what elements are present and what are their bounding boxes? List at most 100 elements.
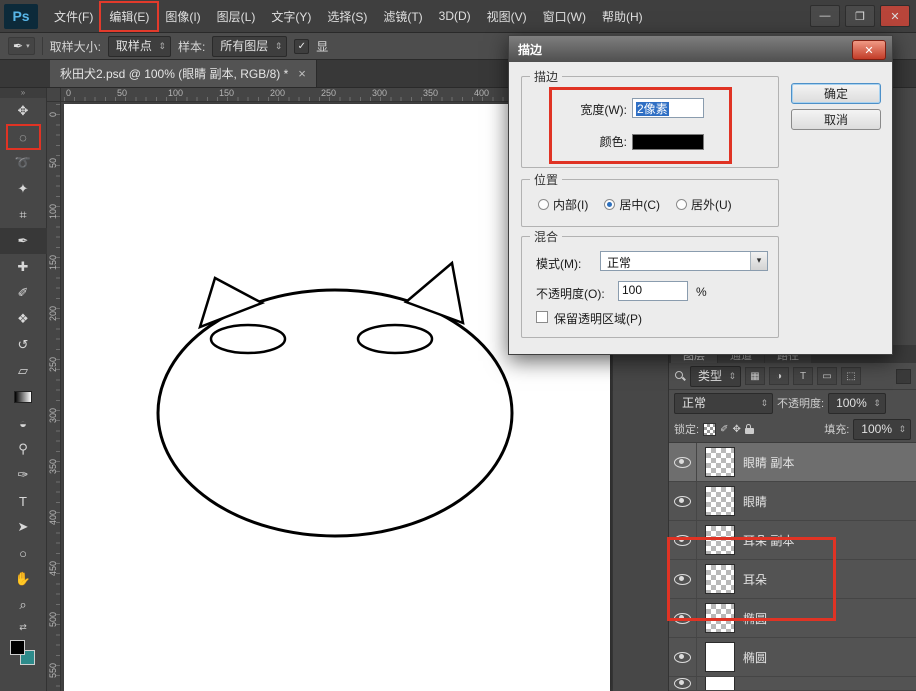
dialog-opacity-label: 不透明度(O): <box>536 285 605 302</box>
foreground-color-swatch[interactable] <box>10 640 25 655</box>
visibility-toggle[interactable] <box>669 599 697 637</box>
ok-button[interactable]: 确定 <box>791 83 881 104</box>
layer-thumbnail[interactable] <box>705 447 735 477</box>
menu-type[interactable]: 文字(Y) <box>263 3 319 30</box>
maximize-button[interactable]: ❐ <box>845 5 875 27</box>
radio-inside[interactable]: 内部(I) <box>538 196 588 213</box>
dialog-close-button[interactable]: ✕ <box>852 40 886 60</box>
blend-mode-select[interactable]: 正常 <box>674 393 773 414</box>
tool-clone-stamp[interactable]: ❖ <box>0 306 47 332</box>
preserve-transparency-checkbox[interactable] <box>536 311 548 323</box>
tool-ellipse-shape[interactable]: ○ <box>0 540 47 566</box>
menu-edit[interactable]: 编辑(E) <box>101 3 157 30</box>
tool-quick-selection[interactable]: ✦ <box>0 176 47 202</box>
shape-filter-icon[interactable]: ▭ <box>817 367 837 385</box>
lock-transparency-icon[interactable] <box>703 423 716 436</box>
current-tool-preset[interactable]: ✒ ▾ <box>8 37 35 55</box>
width-input[interactable]: 2像素 <box>632 98 704 118</box>
filter-kind-select[interactable]: 类型 <box>690 366 741 387</box>
lock-pixels-icon[interactable]: ✐ <box>720 424 728 435</box>
adjustment-filter-icon[interactable]: ◑ <box>769 367 789 385</box>
tool-elliptical-marquee[interactable]: ◌ <box>0 124 47 150</box>
menu-view[interactable]: 视图(V) <box>479 3 535 30</box>
lock-position-icon[interactable]: ✥ <box>732 424 740 435</box>
sample-size-label: 取样大小: <box>50 38 101 55</box>
tool-healing-brush[interactable]: ✚ <box>0 254 47 280</box>
layer-name: 耳朵 副本 <box>743 532 794 549</box>
visibility-toggle[interactable] <box>669 443 697 481</box>
layer-row-partial[interactable] <box>669 677 916 691</box>
pixel-filter-icon[interactable]: ▦ <box>745 367 765 385</box>
show-sampling-ring-checkbox[interactable]: ✓ <box>294 39 309 54</box>
opacity-select[interactable]: 100% <box>828 393 886 414</box>
layer-thumbnail[interactable] <box>705 486 735 516</box>
layer-thumbnail[interactable] <box>705 642 735 672</box>
tool-gradient[interactable] <box>0 384 47 410</box>
mode-select[interactable]: 正常 <box>600 251 768 271</box>
tool-pen[interactable]: ✑ <box>0 462 47 488</box>
menu-file[interactable]: 文件(F) <box>46 3 101 30</box>
layer-thumbnail[interactable] <box>705 525 735 555</box>
menu-help[interactable]: 帮助(H) <box>594 3 651 30</box>
menu-filter[interactable]: 滤镜(T) <box>375 3 430 30</box>
ruler-tick: 250 <box>321 88 336 98</box>
eye-icon <box>674 574 691 585</box>
stroke-color-swatch[interactable] <box>632 134 704 150</box>
minimize-button[interactable]: — <box>810 5 840 27</box>
sample-size-select[interactable]: 取样点 <box>108 36 171 57</box>
layer-thumbnail[interactable] <box>705 603 735 633</box>
visibility-toggle[interactable] <box>669 560 697 598</box>
tool-crop[interactable]: ⌗ <box>0 202 47 228</box>
filter-toggle-button[interactable] <box>896 369 911 384</box>
layer-row-ears-copy[interactable]: 耳朵 副本 <box>669 521 916 560</box>
visibility-toggle[interactable] <box>669 482 697 520</box>
menu-window[interactable]: 窗口(W) <box>535 3 594 30</box>
tool-brush[interactable]: ✐ <box>0 280 47 306</box>
tool-dodge[interactable]: ⚲ <box>0 436 47 462</box>
layer-row-ellipse-2[interactable]: 椭圆 <box>669 638 916 677</box>
lock-all-icon[interactable] <box>745 424 754 435</box>
tool-blur[interactable]: ◒ <box>0 410 47 436</box>
visibility-toggle[interactable] <box>669 521 697 559</box>
document-tab[interactable]: 秋田犬2.psd @ 100% (眼睛 副本, RGB/8) * × <box>50 60 317 87</box>
tool-eyedropper[interactable]: ✒ <box>0 228 47 254</box>
smart-object-filter-icon[interactable]: ⬚ <box>841 367 861 385</box>
menu-image[interactable]: 图像(I) <box>157 3 208 30</box>
position-group: 位置 内部(I) 居中(C) 居外(U) <box>521 179 779 227</box>
sample-select[interactable]: 所有图层 <box>212 36 287 57</box>
menu-select[interactable]: 选择(S) <box>319 3 375 30</box>
ruler-tick: 250 <box>48 360 58 372</box>
menu-layer[interactable]: 图层(L) <box>209 3 264 30</box>
tool-eraser[interactable]: ▱ <box>0 358 47 384</box>
dialog-title-bar[interactable]: 描边 <box>509 36 892 62</box>
visibility-toggle[interactable] <box>669 638 697 676</box>
visibility-toggle[interactable] <box>669 677 697 690</box>
layer-thumbnail[interactable] <box>705 564 735 594</box>
tool-move[interactable]: ✥ <box>0 98 47 124</box>
tool-history-brush[interactable]: ↺ <box>0 332 47 358</box>
tool-zoom[interactable]: ⌕ <box>0 592 47 618</box>
radio-center[interactable]: 居中(C) <box>604 196 660 213</box>
swap-colors-icon[interactable]: ⇄ <box>19 622 27 634</box>
fill-select[interactable]: 100% <box>853 419 911 440</box>
tool-hand[interactable]: ✋ <box>0 566 47 592</box>
close-button[interactable]: ✕ <box>880 5 910 27</box>
radio-outside[interactable]: 居外(U) <box>676 196 732 213</box>
cancel-button[interactable]: 取消 <box>791 109 881 130</box>
ruler-tick: 150 <box>219 88 234 98</box>
tool-lasso[interactable]: ➰ <box>0 150 47 176</box>
dialog-opacity-input[interactable]: 100 <box>618 281 688 301</box>
radio-label: 居外(U) <box>691 196 732 213</box>
type-filter-icon[interactable]: T <box>793 367 813 385</box>
tool-path-selection[interactable]: ➤ <box>0 514 47 540</box>
layer-row-eyes-copy[interactable]: 眼睛 副本 <box>669 443 916 482</box>
tool-type[interactable]: T <box>0 488 47 514</box>
layer-row-eyes[interactable]: 眼睛 <box>669 482 916 521</box>
collapse-panel-icon[interactable]: » <box>0 88 46 98</box>
layer-thumbnail[interactable] <box>705 677 735 691</box>
layer-row-ears[interactable]: 耳朵 <box>669 560 916 599</box>
layer-row-ellipse-1[interactable]: 椭圆 <box>669 599 916 638</box>
vertical-ruler[interactable]: 0 50 100 150 200 250 300 350 400 450 500… <box>47 102 61 691</box>
tab-close-icon[interactable]: × <box>298 66 306 81</box>
menu-3d[interactable]: 3D(D) <box>431 4 479 28</box>
